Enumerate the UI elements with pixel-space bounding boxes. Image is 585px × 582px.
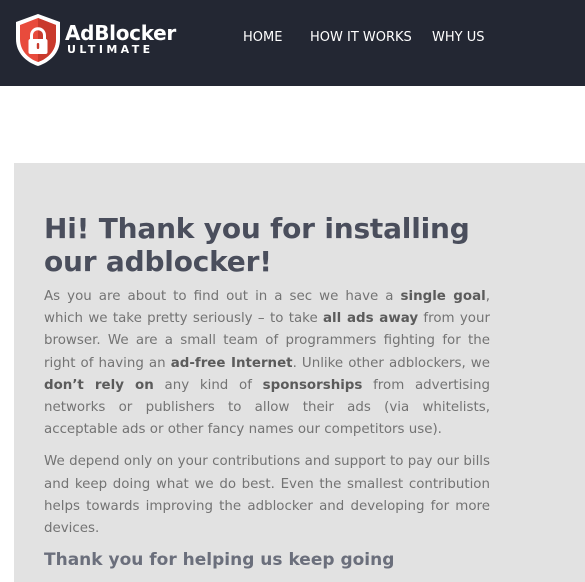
support-paragraph: We depend only on your contributions and… (44, 454, 490, 537)
brand-name: AdBlocker (65, 21, 176, 45)
intro-paragraph: As you are about to find out in a sec we… (44, 286, 490, 441)
brand-logo[interactable]: AdBlocker ULTIMATE (14, 13, 176, 67)
nav-link-home[interactable]: HOME (243, 30, 282, 45)
brand-tagline: ULTIMATE (67, 43, 154, 56)
top-navigation-bar: AdBlocker ULTIMATE HOME HOW IT WORKS WHY… (0, 0, 585, 86)
intro-text: As you are about to find out in a sec we… (44, 289, 401, 304)
page-title: Hi! Thank you for installing our adblock… (44, 212, 470, 278)
lock-shield-icon (16, 14, 60, 66)
thank-you-subheading: Thank you for helping us keep going (44, 550, 395, 571)
intro-text: any kind of (153, 377, 263, 393)
nav-link-how-it-works[interactable]: HOW IT WORKS (310, 30, 412, 45)
nav-link-why-us[interactable]: WHY US (432, 30, 484, 45)
intro-emphasis: ad-free Internet (170, 355, 293, 371)
intro-emphasis: all ads away (323, 311, 419, 327)
welcome-content: Hi! Thank you for installing our adblock… (44, 212, 490, 571)
intro-emphasis: sponsorships (262, 377, 363, 393)
intro-emphasis: don’t rely on (44, 377, 154, 393)
intro-emphasis: single goal (400, 289, 486, 304)
intro-text: . Unlike other adblockers, we (292, 355, 490, 371)
